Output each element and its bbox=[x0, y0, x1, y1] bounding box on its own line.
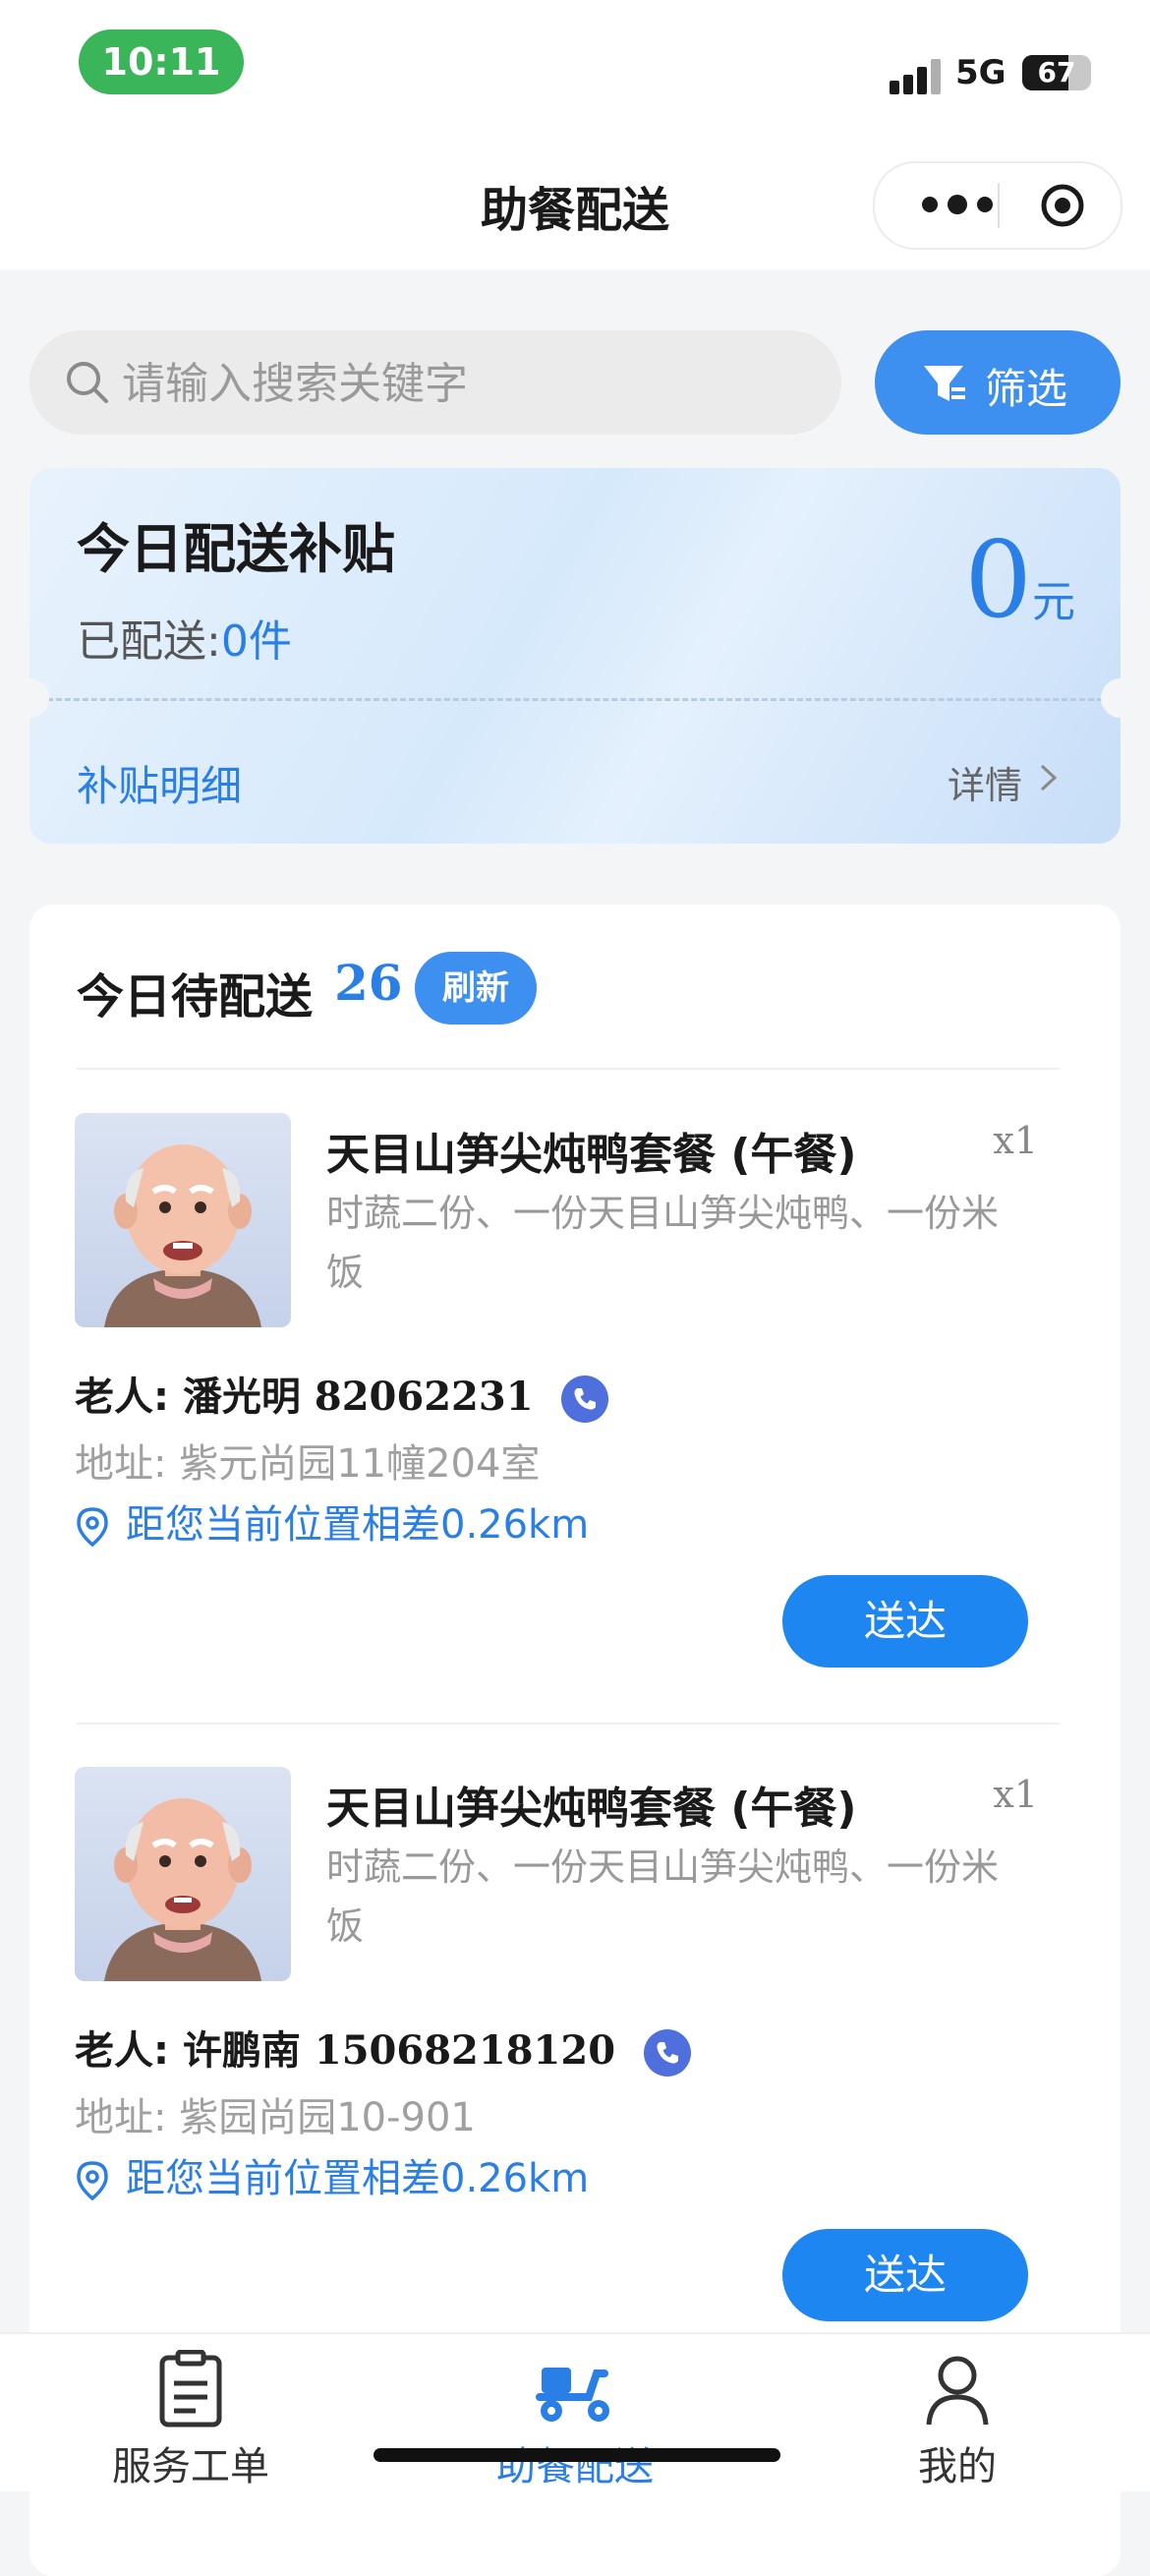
status-bar: 10:11 5G 67 bbox=[0, 0, 1150, 138]
search-icon bbox=[67, 362, 108, 403]
elder-address: 地址: 紫元尚园11幢204室 bbox=[75, 1441, 541, 1487]
divider bbox=[77, 1723, 1060, 1725]
elder-label: 老人: bbox=[75, 2028, 169, 2074]
elder-label: 老人: bbox=[75, 1375, 169, 1420]
location-pin-icon bbox=[77, 2161, 108, 2201]
pending-count: 26 bbox=[334, 954, 403, 1012]
meal-quantity: x1 bbox=[993, 1773, 1038, 1816]
deliver-button[interactable]: 送达 bbox=[782, 1575, 1028, 1668]
distance-info: 距您当前位置相差0.26km bbox=[75, 1493, 589, 1550]
elder-avatar bbox=[75, 1113, 291, 1327]
distance-text: 距您当前位置相差0.26km bbox=[126, 2156, 590, 2201]
meal-name: 天目山笋尖炖鸭套餐 (午餐) bbox=[326, 1784, 857, 1834]
meal-items: 时蔬二份、一份天目山笋尖炖鸭、一份米饭 bbox=[326, 1845, 1000, 1948]
pending-title: 今日待配送 bbox=[77, 969, 314, 1025]
filter-icon bbox=[924, 366, 965, 401]
deliver-button[interactable]: 送达 bbox=[782, 2229, 1028, 2321]
pending-card: 今日待配送 26 刷新 天目山笋尖炖鸭套餐 (午餐) x1 时蔬二份、一份天目山… bbox=[29, 905, 1121, 2576]
mini-program-capsule bbox=[873, 161, 1122, 250]
elder-name: 潘光明 bbox=[182, 1375, 301, 1420]
subsidy-detail-link[interactable]: 补贴明细 bbox=[77, 753, 242, 813]
amount-value: 0 bbox=[964, 519, 1032, 642]
tab-label: 我的 bbox=[918, 2444, 997, 2489]
phone-call-icon[interactable] bbox=[560, 1375, 609, 1424]
subsidy-title: 今日配送补贴 bbox=[77, 518, 395, 580]
amount-unit: 元 bbox=[1032, 577, 1075, 627]
tab-service-orders[interactable]: 服务工单 bbox=[43, 2350, 338, 2489]
ticket-notch-left bbox=[29, 678, 49, 718]
scooter-icon bbox=[536, 2368, 609, 2422]
battery-icon: 67 bbox=[1022, 55, 1091, 90]
filter-label: 筛选 bbox=[985, 365, 1068, 413]
battery-level: 67 bbox=[1037, 56, 1076, 88]
delivered-count: 已配送:0件 bbox=[77, 606, 292, 669]
tab-mine[interactable]: 我的 bbox=[810, 2350, 1105, 2489]
elder-phone: 15068218120 bbox=[314, 2027, 616, 2074]
location-pin-icon bbox=[77, 1507, 108, 1548]
status-time: 10:11 bbox=[79, 29, 244, 94]
tab-label: 服务工单 bbox=[112, 2444, 269, 2489]
filter-button[interactable]: 筛选 bbox=[875, 330, 1121, 435]
search-box[interactable] bbox=[29, 330, 841, 435]
order-item: 天目山笋尖炖鸭套餐 (午餐) x1 时蔬二份、一份天目山笋尖炖鸭、一份米饭 老人… bbox=[29, 1074, 1121, 1683]
subsidy-amount: 0元 bbox=[964, 519, 1075, 642]
nav-bar: 助餐配送 bbox=[0, 138, 1150, 269]
ticket-notch-right bbox=[1101, 678, 1121, 718]
user-icon bbox=[926, 2356, 989, 2426]
distance-text: 距您当前位置相差0.26km bbox=[126, 1502, 590, 1548]
elder-info: 老人: 许鹏南 15068218120 bbox=[75, 2019, 692, 2078]
delivered-value: 0件 bbox=[220, 616, 292, 667]
chevron-right-icon bbox=[1040, 764, 1058, 791]
subsidy-card: 今日配送补贴 已配送:0件 0元 补贴明细 详情 bbox=[29, 468, 1121, 844]
clipboard-icon bbox=[159, 2350, 222, 2428]
elder-name: 许鹏南 bbox=[182, 2028, 301, 2074]
tab-meal-delivery[interactable]: 助餐配送 bbox=[428, 2350, 722, 2489]
elder-phone: 82062231 bbox=[314, 1374, 534, 1420]
elder-info: 老人: 潘光明 82062231 bbox=[75, 1365, 609, 1424]
elder-address: 地址: 紫园尚园10-901 bbox=[75, 2095, 476, 2140]
dashed-divider bbox=[29, 698, 1121, 701]
tab-label: 助餐配送 bbox=[496, 2444, 654, 2489]
meal-items: 时蔬二份、一份天目山笋尖炖鸭、一份米饭 bbox=[326, 1192, 1000, 1294]
more-icon[interactable] bbox=[912, 189, 1020, 220]
refresh-button[interactable]: 刷新 bbox=[415, 952, 537, 1025]
delivered-label: 已配送: bbox=[77, 616, 221, 667]
signal-icon bbox=[890, 57, 947, 94]
elder-avatar bbox=[75, 1767, 291, 1981]
detail-more-link[interactable]: 详情 bbox=[948, 755, 1022, 809]
capsule-divider bbox=[998, 183, 1000, 228]
home-indicator bbox=[374, 2448, 780, 2462]
tab-bar: 服务工单 助餐配送 我的 bbox=[0, 2332, 1150, 2491]
meal-name: 天目山笋尖炖鸭套餐 (午餐) bbox=[326, 1130, 857, 1180]
network-type: 5G bbox=[955, 53, 1006, 92]
divider bbox=[77, 1068, 1060, 1070]
order-item: 天目山笋尖炖鸭套餐 (午餐) x1 时蔬二份、一份天目山笋尖炖鸭、一份米饭 老人… bbox=[29, 1727, 1121, 2337]
phone-call-icon[interactable] bbox=[643, 2028, 692, 2078]
meal-quantity: x1 bbox=[993, 1119, 1038, 1162]
distance-info: 距您当前位置相差0.26km bbox=[75, 2146, 589, 2203]
close-target-icon[interactable] bbox=[1040, 183, 1085, 228]
search-input[interactable] bbox=[120, 348, 812, 419]
